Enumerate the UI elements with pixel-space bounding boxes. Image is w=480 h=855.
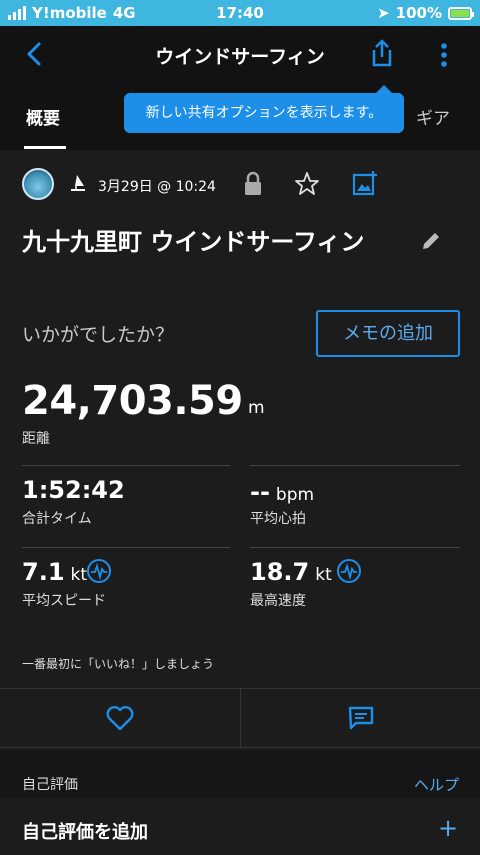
status-time: 17:40 <box>216 4 264 22</box>
max-speed-number: 18.7 <box>250 558 310 586</box>
total-time-value: 1:52:42 <box>22 476 125 504</box>
avg-hr-number: -- <box>250 478 270 506</box>
edit-icon[interactable] <box>420 230 442 252</box>
add-self-eval-label: 自己評価を追加 <box>22 822 148 843</box>
windsurf-icon <box>71 175 85 191</box>
like-icon[interactable] <box>106 705 134 731</box>
plus-icon[interactable]: + <box>438 814 458 842</box>
battery-percent: 100% <box>395 4 442 22</box>
avg-hr-label: 平均心拍 <box>250 511 306 527</box>
divider <box>250 547 460 548</box>
total-time-label: 合計タイム <box>22 511 92 527</box>
share-tooltip[interactable]: 新しい共有オプションを表示します。 <box>124 85 404 133</box>
divider <box>250 465 460 466</box>
add-memo-button[interactable]: メモの追加 <box>316 310 460 357</box>
tab-overview[interactable]: 概要 <box>26 104 60 129</box>
divider <box>240 689 241 749</box>
social-action-bar <box>0 688 480 749</box>
avg-hr-value: -- bpm <box>250 478 314 506</box>
max-speed-unit: kt <box>315 565 332 585</box>
tab-gear[interactable]: ギア <box>416 104 450 129</box>
comment-icon[interactable] <box>347 705 375 731</box>
like-prompt: 一番最初に「いいね！」しましょう <box>22 657 215 671</box>
share-icon[interactable] <box>368 38 396 68</box>
page-title: ウインドサーフィン <box>155 46 325 68</box>
avg-speed-number: 7.1 <box>22 558 65 586</box>
tab-active-indicator <box>24 146 66 149</box>
top-bar: ウインドサーフィン <box>0 26 480 84</box>
max-speed-value: 18.7 kt <box>250 558 332 586</box>
more-options-icon[interactable] <box>432 40 456 70</box>
avg-speed-unit: kt <box>70 565 88 585</box>
activity-meta-row: 3月29日 @ 10:24 <box>22 168 462 200</box>
self-eval-title: 自己評価 <box>22 777 78 793</box>
max-speed-chart-icon[interactable] <box>336 558 362 584</box>
location-icon: ➤ <box>377 4 390 22</box>
status-bar: Y!mobile 4G 17:40 ➤ 100% <box>0 0 480 26</box>
distance-label: 距離 <box>22 431 50 447</box>
avg-hr-unit: bpm <box>275 485 315 505</box>
distance-unit: m <box>248 398 265 418</box>
status-right: ➤ 100% <box>377 4 474 22</box>
avg-speed-value: 7.1 kt <box>22 558 87 586</box>
battery-icon <box>448 6 474 20</box>
add-self-eval-row[interactable]: 自己評価を追加 + <box>0 798 480 855</box>
distance-value: 24,703.59 <box>22 378 243 424</box>
avg-speed-label: 平均スピード <box>22 593 106 609</box>
speed-chart-icon[interactable] <box>86 558 112 584</box>
activity-date: 3月29日 @ 10:24 <box>98 179 216 195</box>
max-speed-label: 最高速度 <box>250 593 306 609</box>
add-photo-icon[interactable] <box>352 170 378 196</box>
divider <box>22 465 230 466</box>
divider <box>22 547 230 548</box>
star-icon[interactable] <box>294 171 320 197</box>
activity-name: 九十九里町 ウインドサーフィン <box>22 228 365 256</box>
avatar[interactable] <box>22 168 54 200</box>
activity-content: 3月29日 @ 10:24 九十九里町 ウインドサーフィン いかがでしたか？ メ… <box>0 150 480 855</box>
help-link[interactable]: ヘルプ <box>414 774 459 795</box>
feedback-prompt: いかがでしたか？ <box>22 324 175 346</box>
lock-icon[interactable] <box>242 171 264 197</box>
